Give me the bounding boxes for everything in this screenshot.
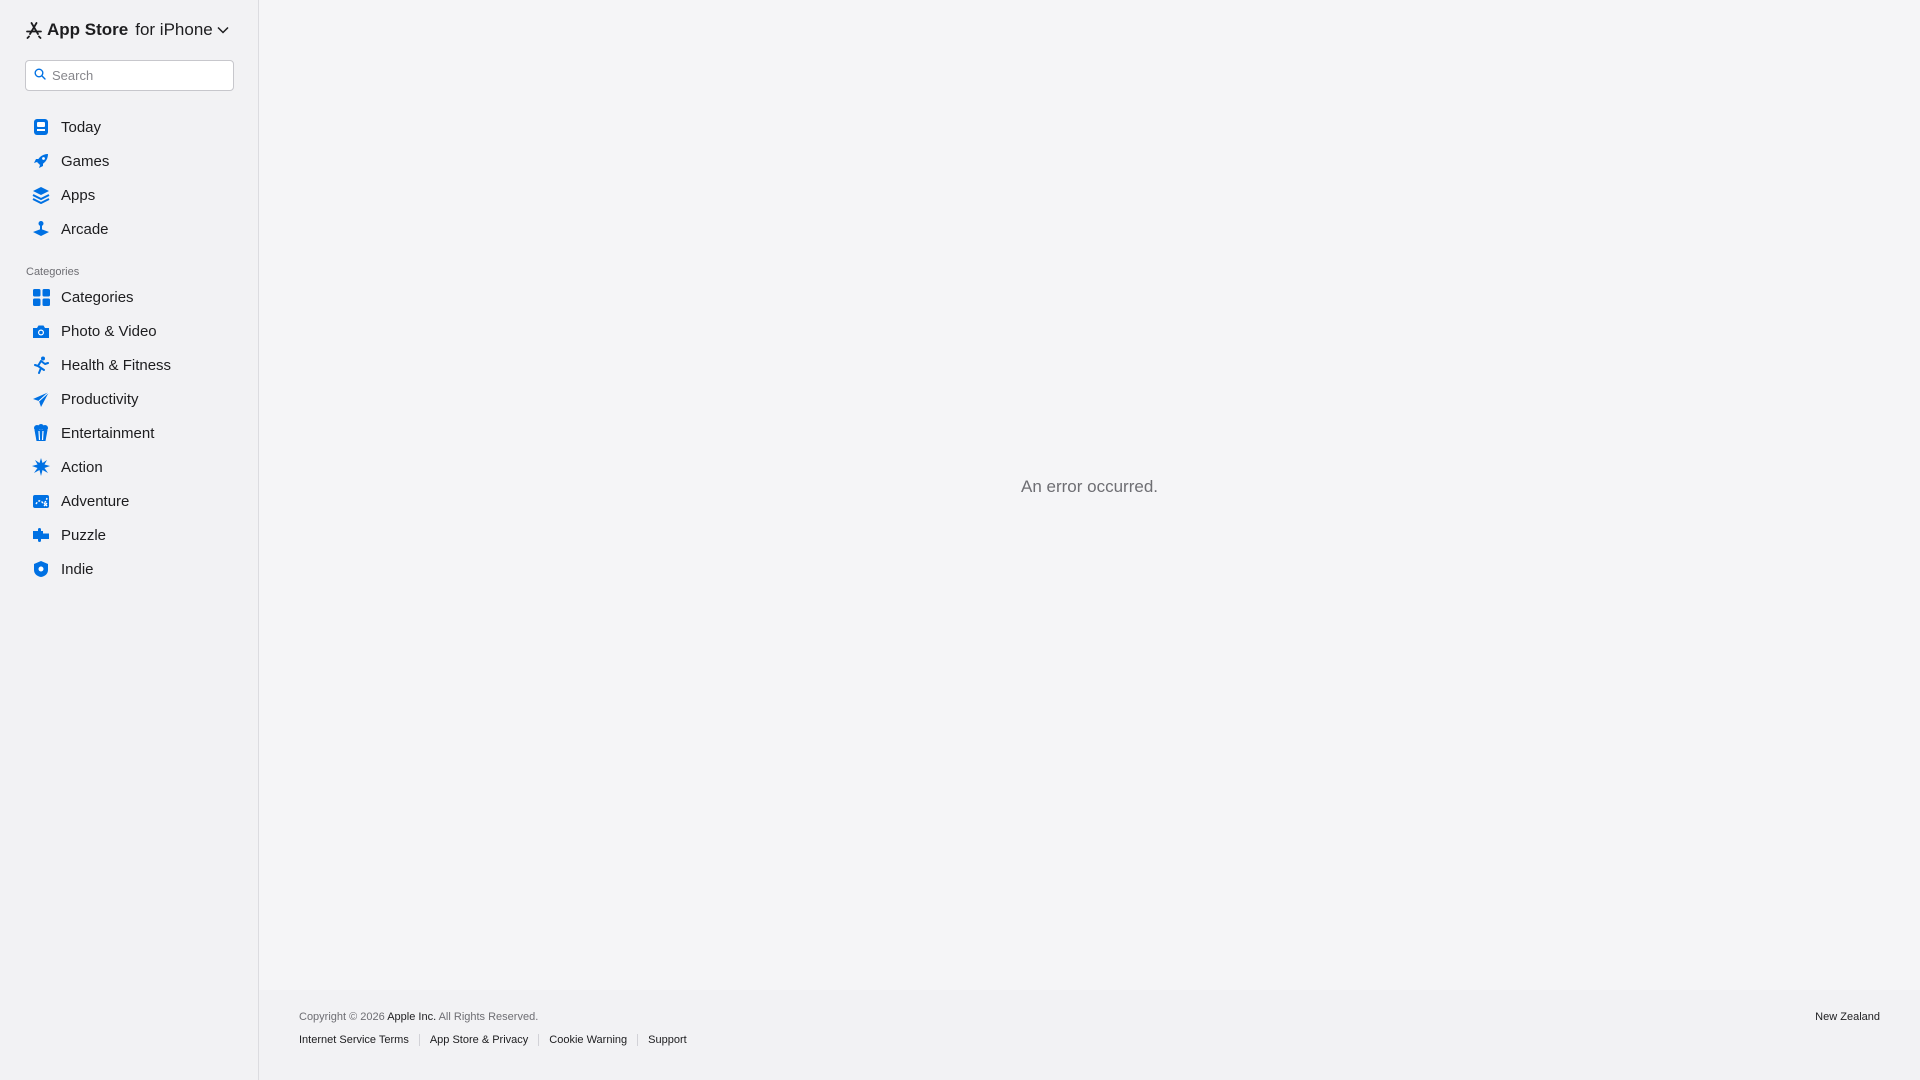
sidebar-item-label: Productivity — [61, 390, 139, 408]
error-message: An error occurred. — [1021, 477, 1158, 496]
footer-link-support[interactable]: Support — [637, 1034, 697, 1046]
sidebar-item-label: Puzzle — [61, 526, 107, 544]
nav-item-label: Apps — [61, 186, 96, 204]
sidebar-item-categories[interactable]: Categories — [25, 280, 233, 314]
burst-icon — [31, 457, 51, 477]
search-icon — [34, 67, 46, 85]
footer-link-app-store-privacy[interactable]: App Store & Privacy — [418, 1034, 538, 1046]
sidebar-item-label: Adventure — [61, 492, 130, 510]
map-icon — [31, 491, 51, 511]
sidebar-item-entertainment[interactable]: Entertainment — [25, 416, 233, 450]
sidebar-item-productivity[interactable]: Productivity — [25, 382, 233, 416]
rights-text: All Rights Reserved. — [438, 1011, 539, 1023]
camera-icon — [31, 321, 51, 341]
nav-item-games[interactable]: Games — [25, 144, 233, 178]
chevron-down-icon[interactable] — [217, 26, 229, 34]
sidebar-item-health-fitness[interactable]: Health & Fitness — [25, 348, 233, 382]
nav-item-label: Games — [61, 152, 110, 170]
app-store-logo-icon — [25, 21, 43, 39]
layers-icon — [31, 185, 51, 205]
footer-link-internet-service-terms[interactable]: Internet Service Terms — [299, 1034, 419, 1046]
app-root: App Store for iPhone Today — [0, 0, 1920, 1080]
sidebar-item-puzzle[interactable]: Puzzle — [25, 518, 233, 552]
nav-item-apps[interactable]: Apps — [25, 178, 233, 212]
sidebar-item-indie[interactable]: Indie — [25, 552, 233, 586]
sidebar-item-label: Health & Fitness — [61, 356, 172, 374]
copyright-label: Copyright © 2026 — [299, 1011, 385, 1023]
footer-copyright-row: Copyright © 2026 Apple Inc. All Rights R… — [299, 1010, 1880, 1024]
sidebar-item-adventure[interactable]: Adventure — [25, 484, 233, 518]
today-icon — [31, 117, 51, 137]
categories-heading: Categories — [26, 266, 80, 278]
categories-nav: Categories Photo & Video Health & Fitnes… — [25, 280, 233, 586]
sidebar-item-label: Entertainment — [61, 424, 155, 442]
page-footer: Copyright © 2026 Apple Inc. All Rights R… — [259, 990, 1920, 1080]
sidebar-item-label: Indie — [61, 560, 94, 578]
footer-links: Internet Service Terms App Store & Priva… — [299, 1034, 1880, 1046]
grid-icon — [31, 287, 51, 307]
sidebar-item-action[interactable]: Action — [25, 450, 233, 484]
nav-item-today[interactable]: Today — [25, 110, 233, 144]
shield-icon — [31, 559, 51, 579]
footer-link-cookie-warning[interactable]: Cookie Warning — [538, 1034, 637, 1046]
joystick-icon — [31, 219, 51, 239]
brand-store-name: App Store — [47, 20, 129, 39]
brand-header[interactable]: App Store for iPhone — [25, 18, 233, 42]
region-selector[interactable]: New Zealand — [1815, 1011, 1880, 1023]
sidebar: App Store for iPhone Today — [0, 0, 259, 1080]
nav-item-arcade[interactable]: Arcade — [25, 212, 233, 246]
search-input[interactable] — [52, 68, 222, 83]
sidebar-item-photo-video[interactable]: Photo & Video — [25, 314, 233, 348]
copyright-text: Copyright © 2026 Apple Inc. All Rights R… — [299, 1011, 538, 1023]
sidebar-item-label: Action — [61, 458, 103, 476]
main-content: An error occurred. Copyright © 2026 Appl… — [259, 0, 1920, 1080]
popcorn-icon — [31, 423, 51, 443]
primary-nav: Today Games Apps Arcade — [25, 110, 233, 246]
puzzle-icon — [31, 525, 51, 545]
sidebar-item-label: Photo & Video — [61, 322, 157, 340]
company-link[interactable]: Apple Inc. — [387, 1011, 436, 1023]
rocket-icon — [31, 151, 51, 171]
platform-selector[interactable]: for iPhone — [135, 20, 213, 40]
nav-item-label: Arcade — [61, 220, 109, 238]
paper-plane-icon — [31, 389, 51, 409]
sidebar-item-label: Categories — [61, 288, 134, 306]
runner-icon — [31, 355, 51, 375]
nav-item-label: Today — [61, 118, 102, 136]
search-box[interactable] — [25, 60, 234, 91]
